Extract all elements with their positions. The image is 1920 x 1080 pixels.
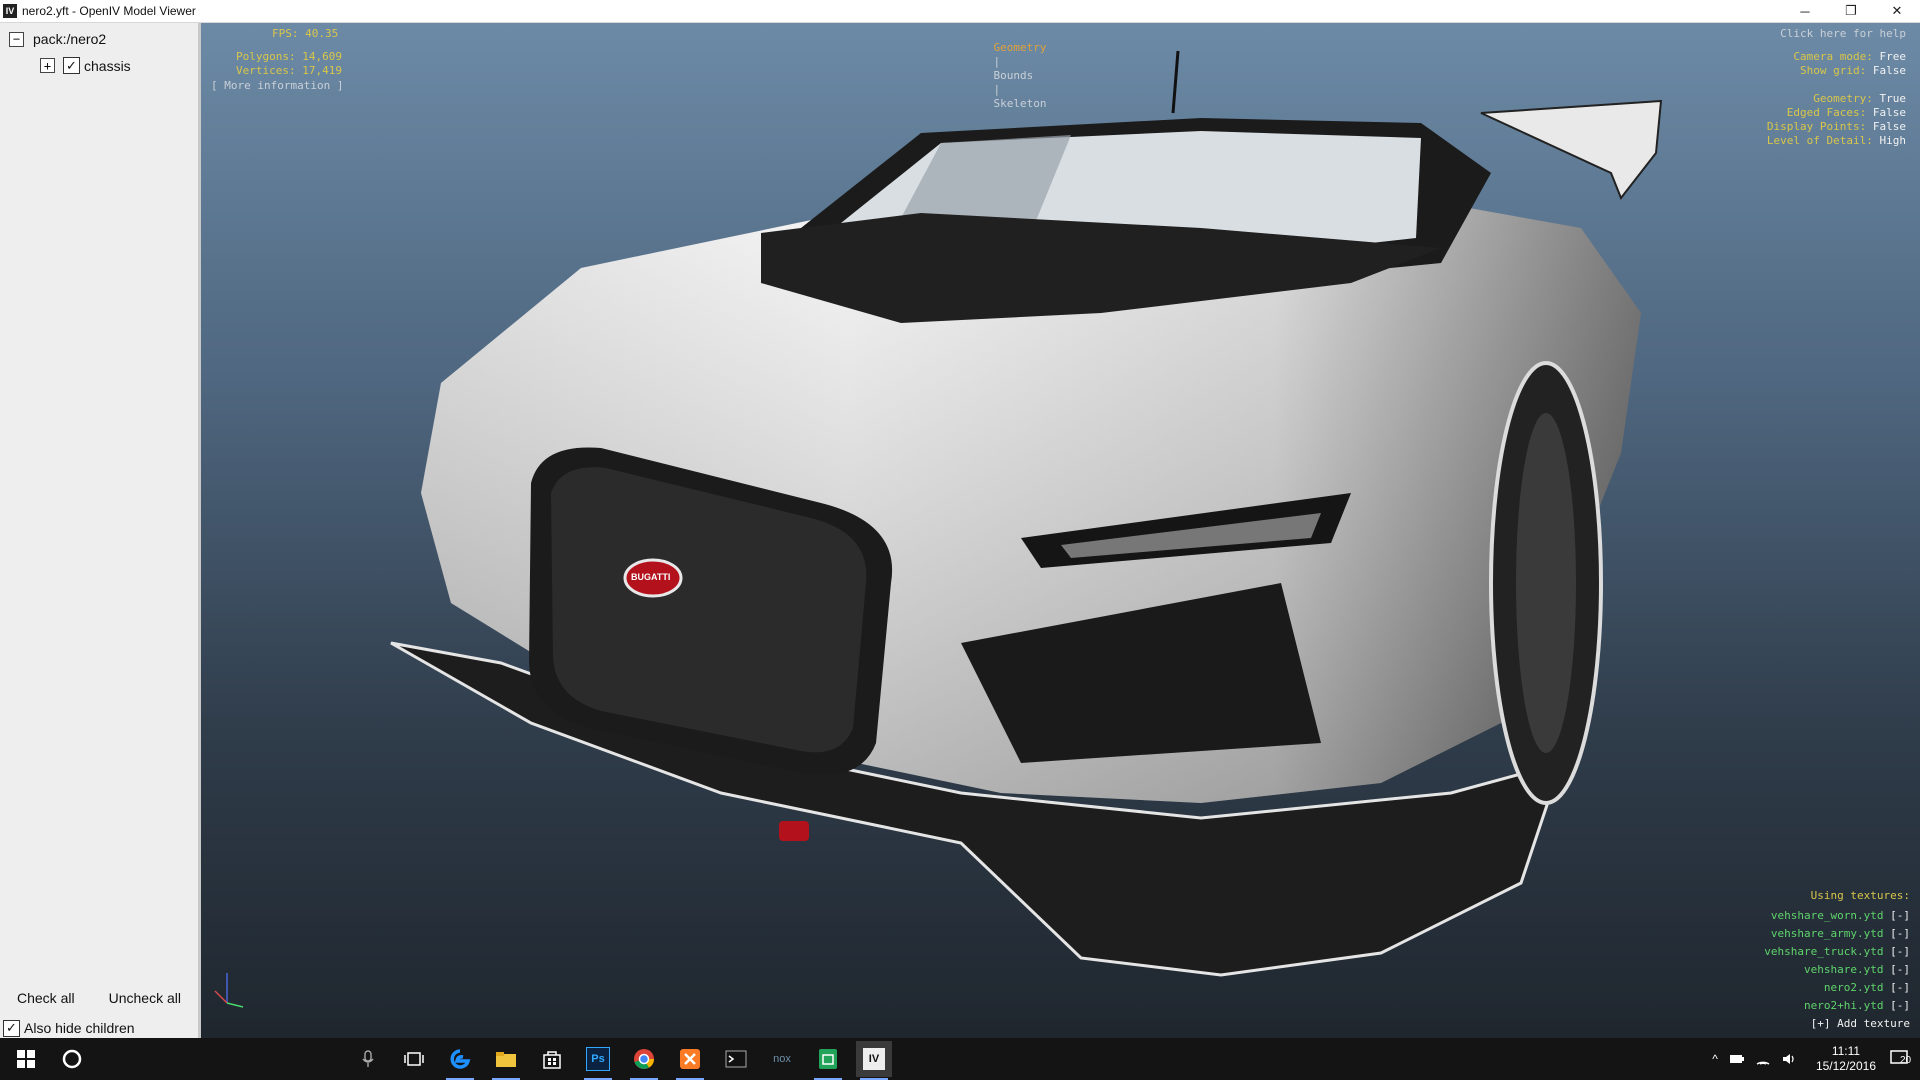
uncheck-all-button[interactable]: Uncheck all (109, 990, 181, 1006)
openiv-app-icon: IV (3, 4, 17, 18)
title-bar: IV nero2.yft - OpenIV Model Viewer ─ ❐ ✕ (0, 0, 1920, 23)
polygons-readout: Polygons: 14,609 (236, 50, 342, 63)
nox-icon[interactable]: nox (764, 1041, 800, 1077)
store-icon[interactable] (534, 1041, 570, 1077)
textures-title: Using textures: (1810, 889, 1910, 902)
expand-icon[interactable]: + (40, 58, 55, 73)
xampp-icon[interactable] (672, 1041, 708, 1080)
texture-item[interactable]: nero2+hi.ytd [-] (1764, 997, 1910, 1015)
tree-root-label: pack:/nero2 (33, 31, 107, 47)
tab-separator: | (993, 83, 1001, 96)
tab-separator: | (993, 55, 1001, 68)
minimize-button[interactable]: ─ (1782, 0, 1828, 22)
also-hide-children-label: Also hide children (24, 1020, 135, 1036)
notification-count: 20 (1900, 1054, 1912, 1066)
tab-bounds[interactable]: Bounds (994, 69, 1034, 82)
view-mode-tabs: Geometry | Bounds | Skeleton (967, 27, 1047, 125)
model-tree-panel: − pack:/nero2 + ✓ chassis Check all Unch… (0, 23, 201, 1038)
car-model-render (390, 50, 1663, 977)
check-all-button[interactable]: Check all (17, 990, 75, 1006)
help-link[interactable]: Click here for help (1780, 27, 1906, 41)
chrome-icon[interactable] (626, 1041, 662, 1080)
also-hide-children-checkbox[interactable]: ✓ (3, 1019, 20, 1037)
add-texture-button[interactable]: [+] Add texture (1764, 1015, 1910, 1033)
texture-item[interactable]: vehshare_truck.ytd [-] (1764, 943, 1910, 961)
textures-list: Using textures: vehshare_worn.ytd [-] ve… (1764, 889, 1910, 1033)
tree-item-label: chassis (84, 57, 131, 74)
clock-date: 15/12/2016 (1815, 1059, 1876, 1073)
taskbar: Ps nox IV ^ 11:11 15/12/2016 20 (0, 1038, 1920, 1080)
file-explorer-icon[interactable] (488, 1041, 524, 1080)
photoshop-icon[interactable]: Ps (580, 1041, 616, 1080)
openiv-icon[interactable]: IV (856, 1041, 892, 1080)
edge-icon[interactable] (442, 1041, 478, 1080)
texture-item[interactable]: vehshare_worn.ytd [-] (1764, 907, 1910, 925)
setting-edged-faces[interactable]: Edged Faces: False (1767, 106, 1906, 120)
window-title: nero2.yft - OpenIV Model Viewer (22, 4, 196, 18)
tab-skeleton[interactable]: Skeleton (994, 97, 1047, 110)
wifi-icon[interactable] (1755, 1052, 1771, 1066)
terminal-icon[interactable] (718, 1041, 754, 1077)
maximize-button[interactable]: ❐ (1828, 0, 1874, 22)
model-viewport[interactable]: BUGATTI FPS: 40.35 Polygons: 14,609 Vert… (201, 23, 1920, 1038)
cortana-icon[interactable] (54, 1041, 90, 1077)
tab-geometry[interactable]: Geometry (994, 41, 1047, 54)
axis-gizmo-icon (214, 973, 244, 1008)
chassis-checkbox[interactable]: ✓ (63, 57, 80, 74)
setting-level-of-detail[interactable]: Level of Detail: High (1767, 134, 1906, 148)
tree-item-chassis[interactable]: + ✓ chassis (40, 57, 131, 74)
texture-item[interactable]: vehshare_army.ytd [-] (1764, 925, 1910, 943)
tree-root[interactable]: − pack:/nero2 (9, 31, 106, 47)
windows-start-icon[interactable] (8, 1041, 44, 1077)
more-information-link[interactable]: [ More information ] (211, 79, 343, 93)
setting-geometry[interactable]: Geometry: True (1767, 92, 1906, 106)
system-tray: ^ 11:11 15/12/2016 20 (1706, 1038, 1920, 1080)
chevron-up-icon[interactable]: ^ (1712, 1052, 1718, 1066)
settings-list: Camera mode: Free Show grid: False Geome… (1767, 50, 1906, 148)
also-hide-children-option[interactable]: ✓ Also hide children (3, 1018, 135, 1038)
texture-item[interactable]: vehshare.ytd [-] (1764, 961, 1910, 979)
task-view-icon[interactable] (396, 1041, 432, 1077)
close-button[interactable]: ✕ (1874, 0, 1920, 22)
setting-show-grid[interactable]: Show grid: False (1767, 64, 1906, 78)
setting-camera-mode[interactable]: Camera mode: Free (1767, 50, 1906, 64)
collapse-icon[interactable]: − (9, 31, 24, 47)
clock-time: 11:11 (1831, 1044, 1861, 1058)
action-center-icon[interactable]: 20 (1890, 1049, 1912, 1070)
fps-readout: FPS: 40.35 (272, 27, 339, 40)
battery-icon[interactable] (1729, 1053, 1745, 1065)
microphone-icon[interactable] (350, 1041, 386, 1077)
volume-icon[interactable] (1781, 1052, 1797, 1066)
setting-display-points[interactable]: Display Points: False (1767, 120, 1906, 134)
bugatti-badge-text: BUGATTI (631, 572, 671, 582)
sheets-icon[interactable] (810, 1041, 846, 1080)
clock[interactable]: 11:11 15/12/2016 (1816, 1044, 1876, 1074)
texture-item[interactable]: nero2.ytd [-] (1764, 979, 1910, 997)
vertices-readout: Vertices: 17,419 (236, 64, 342, 77)
